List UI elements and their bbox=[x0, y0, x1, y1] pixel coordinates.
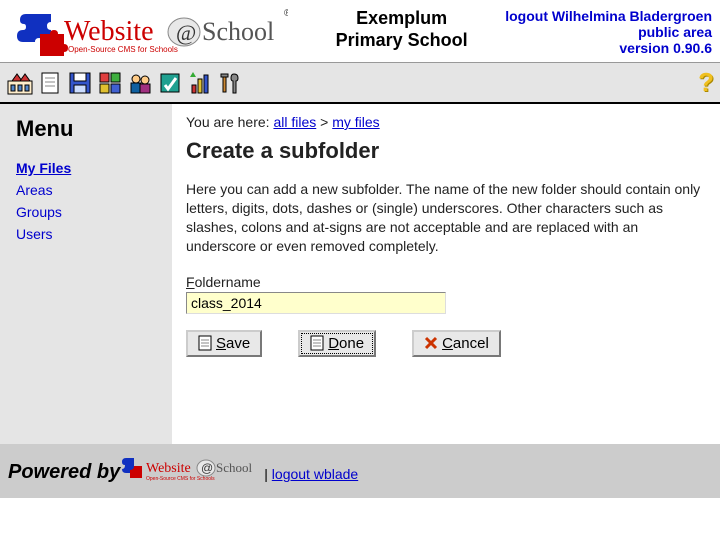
site-title-line2: Primary School bbox=[298, 30, 505, 52]
footer-logout-link[interactable]: logout wblade bbox=[272, 466, 358, 482]
powered-by-label: Powered by bbox=[8, 461, 120, 484]
tools-icon[interactable] bbox=[216, 70, 243, 95]
public-area-link[interactable]: public area bbox=[638, 24, 712, 40]
footer: Powered by Website @ School Open-Source … bbox=[0, 444, 720, 498]
logo: Website @ School ® Open-Source CMS for S… bbox=[8, 4, 298, 60]
svg-text:School: School bbox=[216, 460, 253, 475]
site-title-line1: Exemplum bbox=[298, 8, 505, 30]
toolbar: ? bbox=[0, 62, 720, 104]
page-small-icon bbox=[310, 335, 324, 351]
sidebar-item-users[interactable]: Users bbox=[16, 226, 162, 242]
svg-text:Open-Source CMS for Schools: Open-Source CMS for Schools bbox=[146, 476, 215, 482]
page-heading: Create a subfolder bbox=[186, 138, 708, 164]
foldername-label: Foldername bbox=[186, 274, 708, 290]
svg-text:School: School bbox=[202, 17, 274, 46]
breadcrumb-all-files[interactable]: all files bbox=[273, 114, 316, 130]
content: You are here: all files > my files Creat… bbox=[172, 104, 720, 444]
sidebar-item-my-files[interactable]: My Files bbox=[16, 160, 162, 176]
breadcrumb-my-files[interactable]: my files bbox=[332, 114, 379, 130]
svg-text:@: @ bbox=[201, 461, 213, 475]
svg-text:Open-Source CMS for Schools: Open-Source CMS for Schools bbox=[68, 45, 178, 54]
menu-heading: Menu bbox=[16, 116, 162, 142]
modules-icon[interactable] bbox=[96, 70, 123, 95]
breadcrumb-prefix: You are here: bbox=[186, 114, 273, 130]
save-button[interactable]: Save bbox=[186, 330, 262, 357]
header: Website @ School ® Open-Source CMS for S… bbox=[0, 0, 720, 62]
page-small-icon bbox=[198, 335, 212, 351]
help-icon[interactable]: ? bbox=[698, 67, 714, 98]
svg-text:®: ® bbox=[284, 8, 288, 19]
footer-logo: Website @ School Open-Source CMS for Sch… bbox=[120, 454, 260, 484]
svg-text:@: @ bbox=[176, 20, 196, 45]
site-title: Exemplum Primary School bbox=[298, 4, 505, 51]
stats-icon[interactable] bbox=[186, 70, 213, 95]
breadcrumb-sep: > bbox=[316, 114, 332, 130]
home-icon[interactable] bbox=[6, 70, 33, 95]
save-disk-icon[interactable] bbox=[66, 70, 93, 95]
header-links: logout Wilhelmina Bladergroen public are… bbox=[505, 4, 712, 56]
svg-text:Website: Website bbox=[146, 461, 191, 476]
version-link[interactable]: version 0.90.6 bbox=[619, 40, 712, 56]
users-icon[interactable] bbox=[126, 70, 153, 95]
sidebar-item-areas[interactable]: Areas bbox=[16, 182, 162, 198]
cancel-x-icon bbox=[424, 335, 438, 351]
page-icon[interactable] bbox=[36, 70, 63, 95]
svg-text:Website: Website bbox=[64, 16, 154, 47]
foldername-input[interactable] bbox=[186, 292, 446, 314]
sidebar: Menu My Files Areas Groups Users bbox=[0, 104, 172, 444]
page-description: Here you can add a new subfolder. The na… bbox=[186, 180, 708, 256]
settings-icon[interactable] bbox=[156, 70, 183, 95]
sidebar-item-groups[interactable]: Groups bbox=[16, 204, 162, 220]
done-button[interactable]: Done bbox=[298, 330, 376, 357]
breadcrumb: You are here: all files > my files bbox=[186, 114, 708, 130]
logout-link[interactable]: logout Wilhelmina Bladergroen bbox=[505, 8, 712, 24]
cancel-button[interactable]: Cancel bbox=[412, 330, 501, 357]
footer-sep: | bbox=[264, 466, 272, 482]
